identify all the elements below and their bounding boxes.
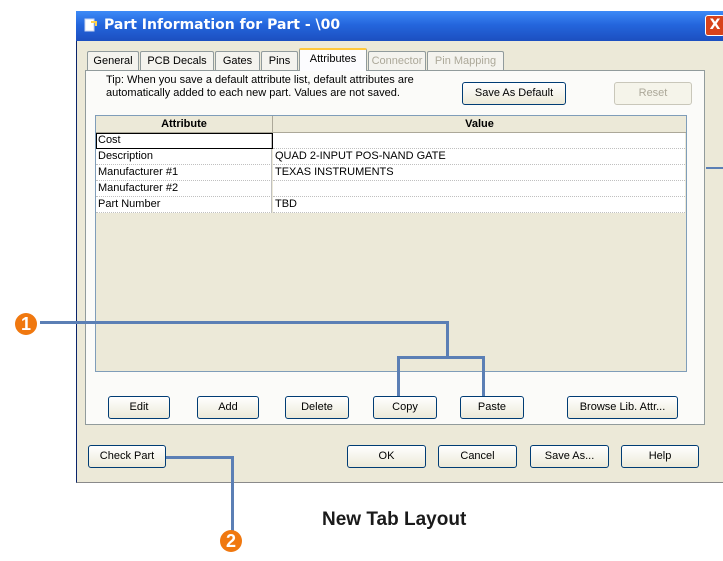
tab-pin-mapping[interactable]: Pin Mapping <box>427 51 504 70</box>
save-as-default-button[interactable]: Save As Default <box>462 82 566 105</box>
cell-value-manufacturer-1[interactable]: TEXAS INSTRUMENTS <box>273 165 685 181</box>
close-button[interactable]: X <box>705 15 723 36</box>
cell-edit-focus <box>96 133 273 149</box>
cell-attribute-manufacturer-2[interactable]: Manufacturer #2 <box>96 181 272 197</box>
delete-button[interactable]: Delete <box>285 396 349 419</box>
cell-attribute-part-number[interactable]: Part Number <box>96 197 272 213</box>
copy-button[interactable]: Copy <box>373 396 437 419</box>
callout-1-drop <box>446 321 449 358</box>
tab-gates[interactable]: Gates <box>215 51 260 70</box>
ok-button[interactable]: OK <box>347 445 426 468</box>
tip-line-2: automatically added to each new part. Va… <box>106 87 400 99</box>
callout-badge-2: 2 <box>220 530 242 552</box>
tip-text: Tip: When you save a default attribute l… <box>106 74 446 100</box>
callout-1-line <box>40 321 448 324</box>
cell-value-manufacturer-2[interactable] <box>273 181 685 197</box>
edit-button[interactable]: Edit <box>108 396 170 419</box>
add-button[interactable]: Add <box>197 396 259 419</box>
tab-general[interactable]: General <box>87 51 139 70</box>
tip-line-1: Tip: When you save a default attribute l… <box>106 74 414 86</box>
callout-1-branch <box>397 356 485 359</box>
paste-button[interactable]: Paste <box>460 396 524 419</box>
help-button[interactable]: Help <box>621 445 699 468</box>
column-header-attribute[interactable]: Attribute <box>96 116 273 133</box>
column-header-value[interactable]: Value <box>273 116 686 133</box>
tab-pins[interactable]: Pins <box>261 51 298 70</box>
callout-1-copy-leg <box>397 356 400 396</box>
tab-connector[interactable]: Connector <box>368 51 426 70</box>
cell-value-description[interactable]: QUAD 2-INPUT POS-NAND GATE <box>273 149 685 165</box>
cell-value-cost[interactable] <box>273 133 685 149</box>
window-title: Part Information for Part - \00 <box>104 17 341 33</box>
part-icon <box>84 18 98 33</box>
callout-badge-1: 1 <box>15 313 37 335</box>
reset-button[interactable]: Reset <box>614 82 692 105</box>
cell-value-part-number[interactable]: TBD <box>273 197 685 213</box>
callout-2-line <box>166 456 234 459</box>
cancel-button[interactable]: Cancel <box>438 445 517 468</box>
cell-attribute-description[interactable]: Description <box>96 149 272 165</box>
save-as-button[interactable]: Save As... <box>530 445 609 468</box>
browse-lib-attr-button[interactable]: Browse Lib. Attr... <box>567 396 678 419</box>
check-part-button[interactable]: Check Part <box>88 445 166 468</box>
tab-attributes[interactable]: Attributes <box>299 48 367 71</box>
callout-2-drop <box>231 456 234 532</box>
caption: New Tab Layout <box>322 509 467 530</box>
cell-attribute-manufacturer-1[interactable]: Manufacturer #1 <box>96 165 272 181</box>
tab-pcb-decals[interactable]: PCB Decals <box>140 51 214 70</box>
callout-edge-line <box>706 167 723 169</box>
callout-1-paste-leg <box>482 356 485 396</box>
